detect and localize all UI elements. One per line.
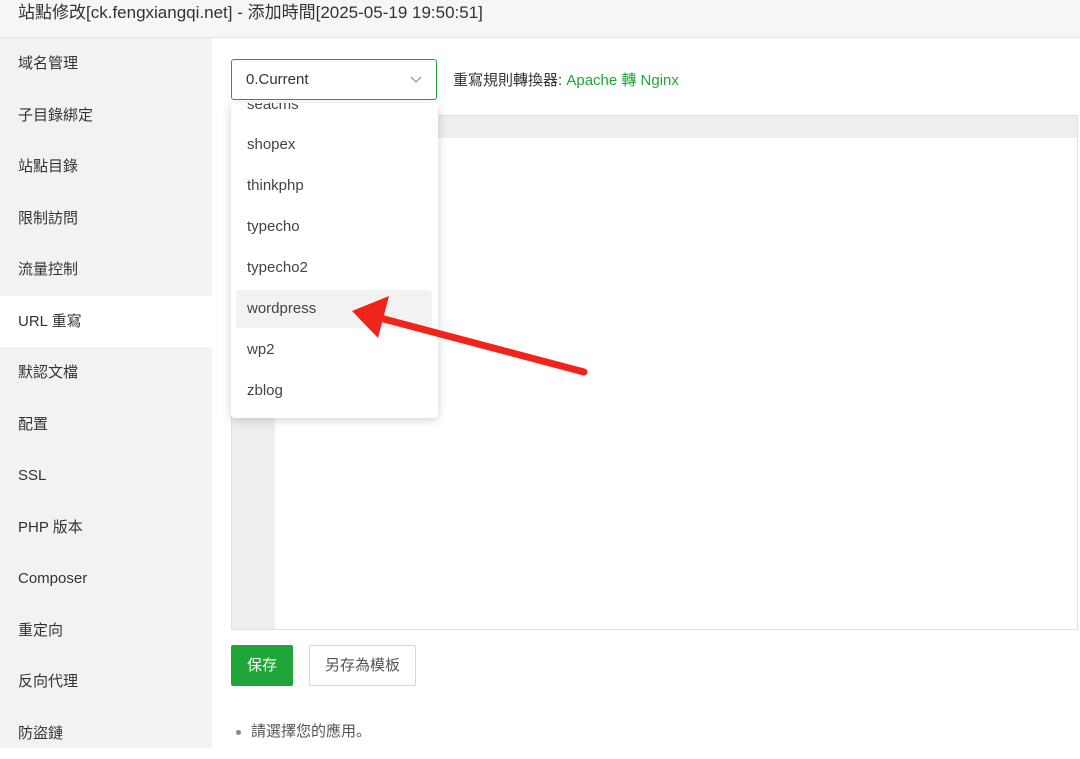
sidebar-item-subdir[interactable]: 子目錄綁定	[0, 90, 212, 142]
sidebar-item-php-version[interactable]: PHP 版本	[0, 502, 212, 554]
save-as-template-button[interactable]: 另存為模板	[309, 645, 416, 686]
sidebar-item-access-limit[interactable]: 限制訪問	[0, 193, 212, 245]
dropdown-item-thinkphp[interactable]: thinkphp	[236, 167, 432, 205]
dropdown-item-typecho2[interactable]: typecho2	[236, 249, 432, 287]
sidebar-item-ssl[interactable]: SSL	[0, 450, 212, 502]
sidebar-item-url-rewrite[interactable]: URL 重寫	[0, 296, 212, 348]
sidebar-item-default-doc[interactable]: 默認文檔	[0, 347, 212, 399]
sidebar-item-domain[interactable]: 域名管理	[0, 38, 212, 90]
sidebar-item-composer[interactable]: Composer	[0, 553, 212, 605]
dropdown-item-wp2[interactable]: wp2	[236, 331, 432, 369]
save-button[interactable]: 保存	[231, 645, 293, 686]
chevron-down-icon	[410, 73, 422, 85]
dropdown-item-seacms[interactable]: seacms	[236, 103, 432, 124]
rewrite-template-dropdown: seacms shopex thinkphp typecho typecho2 …	[231, 103, 438, 418]
converter-label: 重寫規則轉換器:	[453, 72, 562, 89]
dropdown-item-typecho[interactable]: typecho	[236, 208, 432, 246]
rewrite-converter: 重寫規則轉換器: Apache 轉 Nginx	[453, 69, 679, 90]
sidebar-item-traffic[interactable]: 流量控制	[0, 244, 212, 296]
rewrite-template-select[interactable]: 0.Current	[231, 59, 437, 100]
window-title: 站點修改[ck.fengxiangqi.net] - 添加時間[2025-05-…	[0, 0, 1080, 38]
converter-link[interactable]: Apache 轉 Nginx	[566, 72, 679, 89]
help-tip: 請選擇您的應用。	[236, 720, 371, 741]
sidebar-item-redirect[interactable]: 重定向	[0, 605, 212, 657]
sidebar-item-reverse-proxy[interactable]: 反向代理	[0, 656, 212, 708]
dropdown-item-zblog[interactable]: zblog	[236, 372, 432, 410]
help-tip-text: 請選擇您的應用。	[251, 723, 371, 740]
sidebar-item-hotlink[interactable]: 防盜鏈	[0, 708, 212, 759]
dropdown-item-shopex[interactable]: shopex	[236, 126, 432, 164]
select-value: 0.Current	[246, 71, 309, 88]
sidebar: 域名管理 子目錄綁定 站點目錄 限制訪問 流量控制 URL 重寫 默認文檔 配置…	[0, 38, 212, 748]
sidebar-item-config[interactable]: 配置	[0, 399, 212, 451]
sidebar-item-site-dir[interactable]: 站點目錄	[0, 141, 212, 193]
bullet-icon	[236, 730, 241, 735]
dropdown-item-wordpress[interactable]: wordpress	[236, 290, 432, 328]
